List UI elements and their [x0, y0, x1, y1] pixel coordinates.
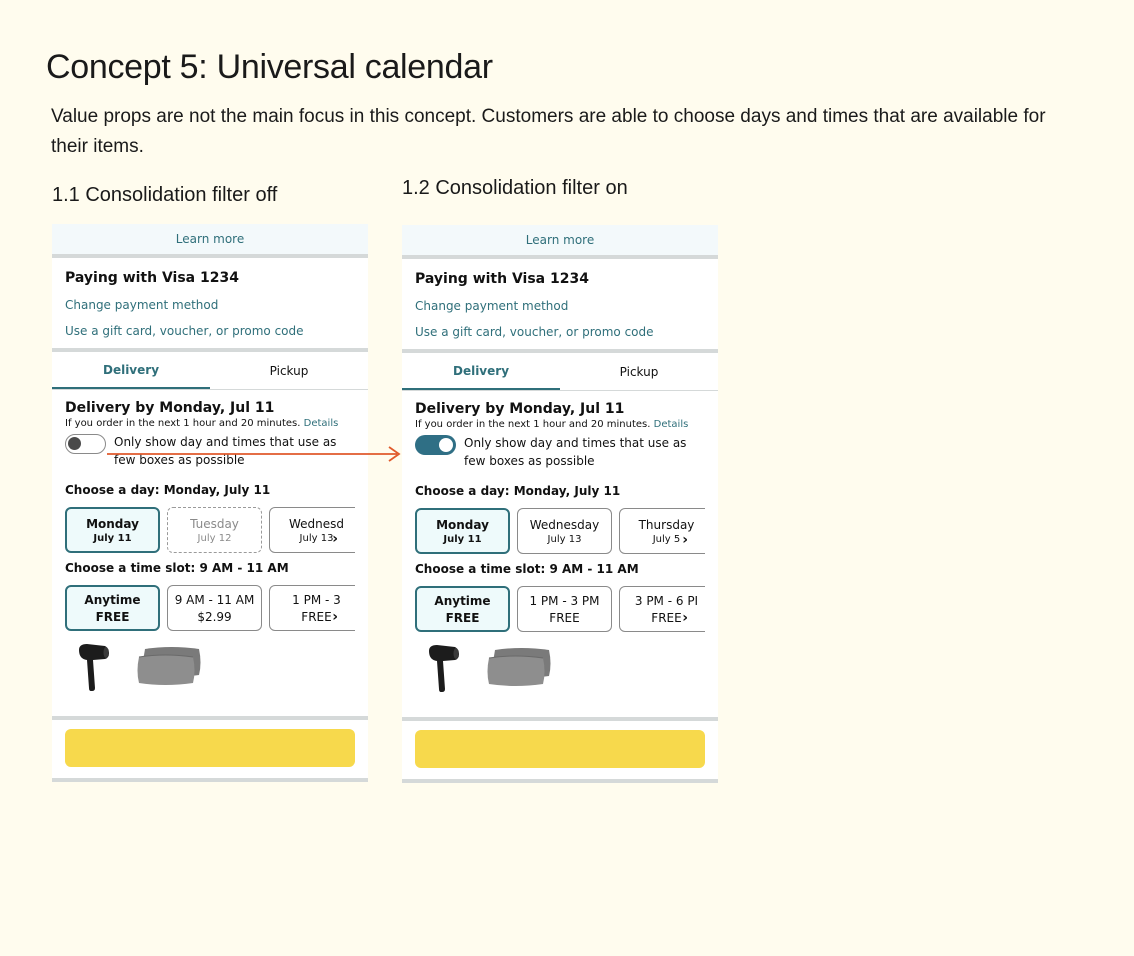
consolidation-toggle-label: Only show day and times that use as few … [464, 436, 687, 468]
gift-card-link[interactable]: Use a gift card, voucher, or promo code [415, 325, 705, 339]
day-chip[interactable]: Thursday July 5 [619, 508, 705, 554]
gift-card-link[interactable]: Use a gift card, voucher, or promo code [65, 324, 355, 338]
hair-dryer-image [429, 645, 459, 692]
choose-day-label: Choose a day: Monday, July 11 [65, 483, 271, 497]
tab-delivery[interactable]: Delivery [402, 353, 560, 390]
consolidation-toggle[interactable] [65, 434, 106, 454]
slot-chip-price: FREE [445, 610, 480, 625]
slot-chip-time: 1 PM - 3 PM [529, 593, 600, 608]
choose-slot-label: Choose a time slot: 9 AM - 11 AM [415, 562, 639, 576]
footer [402, 717, 718, 783]
chevron-right-icon[interactable]: › [332, 531, 338, 547]
divider [52, 778, 368, 782]
change-payment-link[interactable]: Change payment method [415, 299, 705, 313]
day-chip-day: Tuesday [190, 516, 239, 531]
slot-chip-price: FREE [301, 609, 332, 624]
slot-chips: Anytime FREE 9 AM - 11 AM $2.99 1 PM - 3 FR… [65, 585, 355, 631]
divider [402, 779, 718, 783]
day-chip[interactable]: Monday July 11 [415, 508, 510, 554]
place-order-button[interactable] [65, 729, 355, 767]
delivery-pickup-tabs: Delivery Pickup [52, 352, 368, 390]
day-chip-day: Wednesday [529, 517, 600, 532]
learn-more-link[interactable]: Learn more [402, 225, 718, 259]
choose-slot-label: Choose a time slot: 9 AM - 11 AM [65, 561, 289, 575]
toggle-knob [439, 438, 453, 452]
day-chip-date: July 11 [443, 533, 482, 545]
payment-section: Paying with Visa 1234 Change payment met… [402, 259, 718, 353]
slot-chip[interactable]: 1 PM - 3 PM FREE [517, 586, 612, 632]
toggle-knob [68, 437, 81, 450]
concept-label-right: 1.2 Consolidation filter on [402, 177, 628, 199]
slot-chip-time: 3 PM - 6 PI [634, 593, 699, 608]
checkout-screen-filter-off: Learn more Paying with Visa 1234 Change … [52, 224, 368, 782]
delivery-title: Delivery by Monday, Jul 11 [65, 400, 275, 416]
day-chip-date: July 13 [547, 533, 582, 545]
slot-chip-time: 9 AM - 11 AM [174, 592, 255, 607]
page-title: Concept 5: Universal calendar [46, 48, 493, 86]
slot-chip[interactable]: Anytime FREE [65, 585, 160, 631]
chevron-right-icon[interactable]: › [332, 609, 338, 625]
day-chips: Monday July 11 Tuesday July 12 Wednesd July… [65, 507, 355, 553]
slot-chip-time: Anytime [84, 592, 141, 607]
tab-pickup[interactable]: Pickup [560, 353, 718, 390]
footer [52, 716, 368, 782]
delivery-pickup-tabs: Delivery Pickup [402, 353, 718, 391]
slot-chip[interactable]: Anytime FREE [415, 586, 510, 632]
concept-label-left: 1.1 Consolidation filter off [52, 184, 278, 206]
details-link[interactable]: Details [304, 418, 339, 429]
hair-dryer-image [79, 644, 109, 691]
slot-chip-time: Anytime [434, 593, 491, 608]
tab-pickup[interactable]: Pickup [210, 352, 368, 389]
choose-day-label: Choose a day: Monday, July 11 [415, 484, 621, 498]
page-description: Value props are not the main focus in th… [51, 106, 1046, 157]
day-chip-date: July 12 [197, 532, 232, 544]
details-link[interactable]: Details [654, 419, 689, 430]
learn-more-link[interactable]: Learn more [52, 224, 368, 258]
day-chip-date: July 11 [93, 532, 132, 544]
slot-chip-price: FREE [95, 609, 130, 624]
chevron-right-icon[interactable]: › [682, 610, 688, 626]
day-chip[interactable]: Wednesd July 13 [269, 507, 355, 553]
delivery-subtitle: If you order in the next 1 hour and 20 m… [65, 418, 355, 429]
payment-section: Paying with Visa 1234 Change payment met… [52, 258, 368, 352]
place-order-button[interactable] [415, 730, 705, 768]
consolidation-toggle[interactable] [415, 435, 456, 455]
payment-title: Paying with Visa 1234 [415, 271, 589, 287]
connector-arrow [107, 446, 401, 462]
day-chip-date: July 13 [299, 532, 334, 544]
delivery-cutoff-text: If you order in the next 1 hour and 20 m… [415, 419, 651, 430]
chevron-right-icon[interactable]: › [682, 532, 688, 548]
slot-chips: Anytime FREE 1 PM - 3 PM FREE 3 PM - 6 PI F… [415, 586, 705, 632]
day-chip-day: Monday [436, 517, 489, 532]
delivery-cutoff-text: If you order in the next 1 hour and 20 m… [65, 418, 301, 429]
delivery-section: Delivery by Monday, Jul 11 If you order … [402, 391, 718, 694]
payment-title: Paying with Visa 1234 [65, 270, 239, 286]
day-chip-day: Monday [86, 516, 139, 531]
day-chip-date: July 5 [652, 533, 681, 545]
checkout-screen-filter-on: Learn more Paying with Visa 1234 Change … [402, 225, 718, 783]
slot-chip-price: FREE [651, 610, 682, 625]
pillows-image [137, 647, 201, 685]
change-payment-link[interactable]: Change payment method [65, 298, 355, 312]
item-thumbnails [65, 641, 355, 693]
day-chip[interactable]: Monday July 11 [65, 507, 160, 553]
day-chip[interactable]: Tuesday July 12 [167, 507, 262, 553]
day-chip-day: Thursday [638, 517, 695, 532]
day-chip-day: Wednesd [288, 516, 345, 531]
tab-delivery[interactable]: Delivery [52, 352, 210, 389]
day-chips: Monday July 11 Wednesday July 13 Thursday J… [415, 508, 705, 554]
slot-chip-price: $2.99 [197, 609, 232, 624]
delivery-title: Delivery by Monday, Jul 11 [415, 401, 625, 417]
day-chip[interactable]: Wednesday July 13 [517, 508, 612, 554]
consolidation-filter-row: Only show day and times that use as few … [415, 434, 705, 470]
slot-chip[interactable]: 1 PM - 3 FREE [269, 585, 355, 631]
slot-chip[interactable]: 9 AM - 11 AM $2.99 [167, 585, 262, 631]
item-thumbnails [415, 642, 705, 694]
delivery-subtitle: If you order in the next 1 hour and 20 m… [415, 419, 705, 430]
delivery-section: Delivery by Monday, Jul 11 If you order … [52, 390, 368, 693]
slot-chip-price: FREE [549, 610, 580, 625]
slot-chip-time: 1 PM - 3 [292, 592, 341, 607]
pillows-image [487, 648, 551, 686]
slot-chip[interactable]: 3 PM - 6 PI FREE [619, 586, 705, 632]
